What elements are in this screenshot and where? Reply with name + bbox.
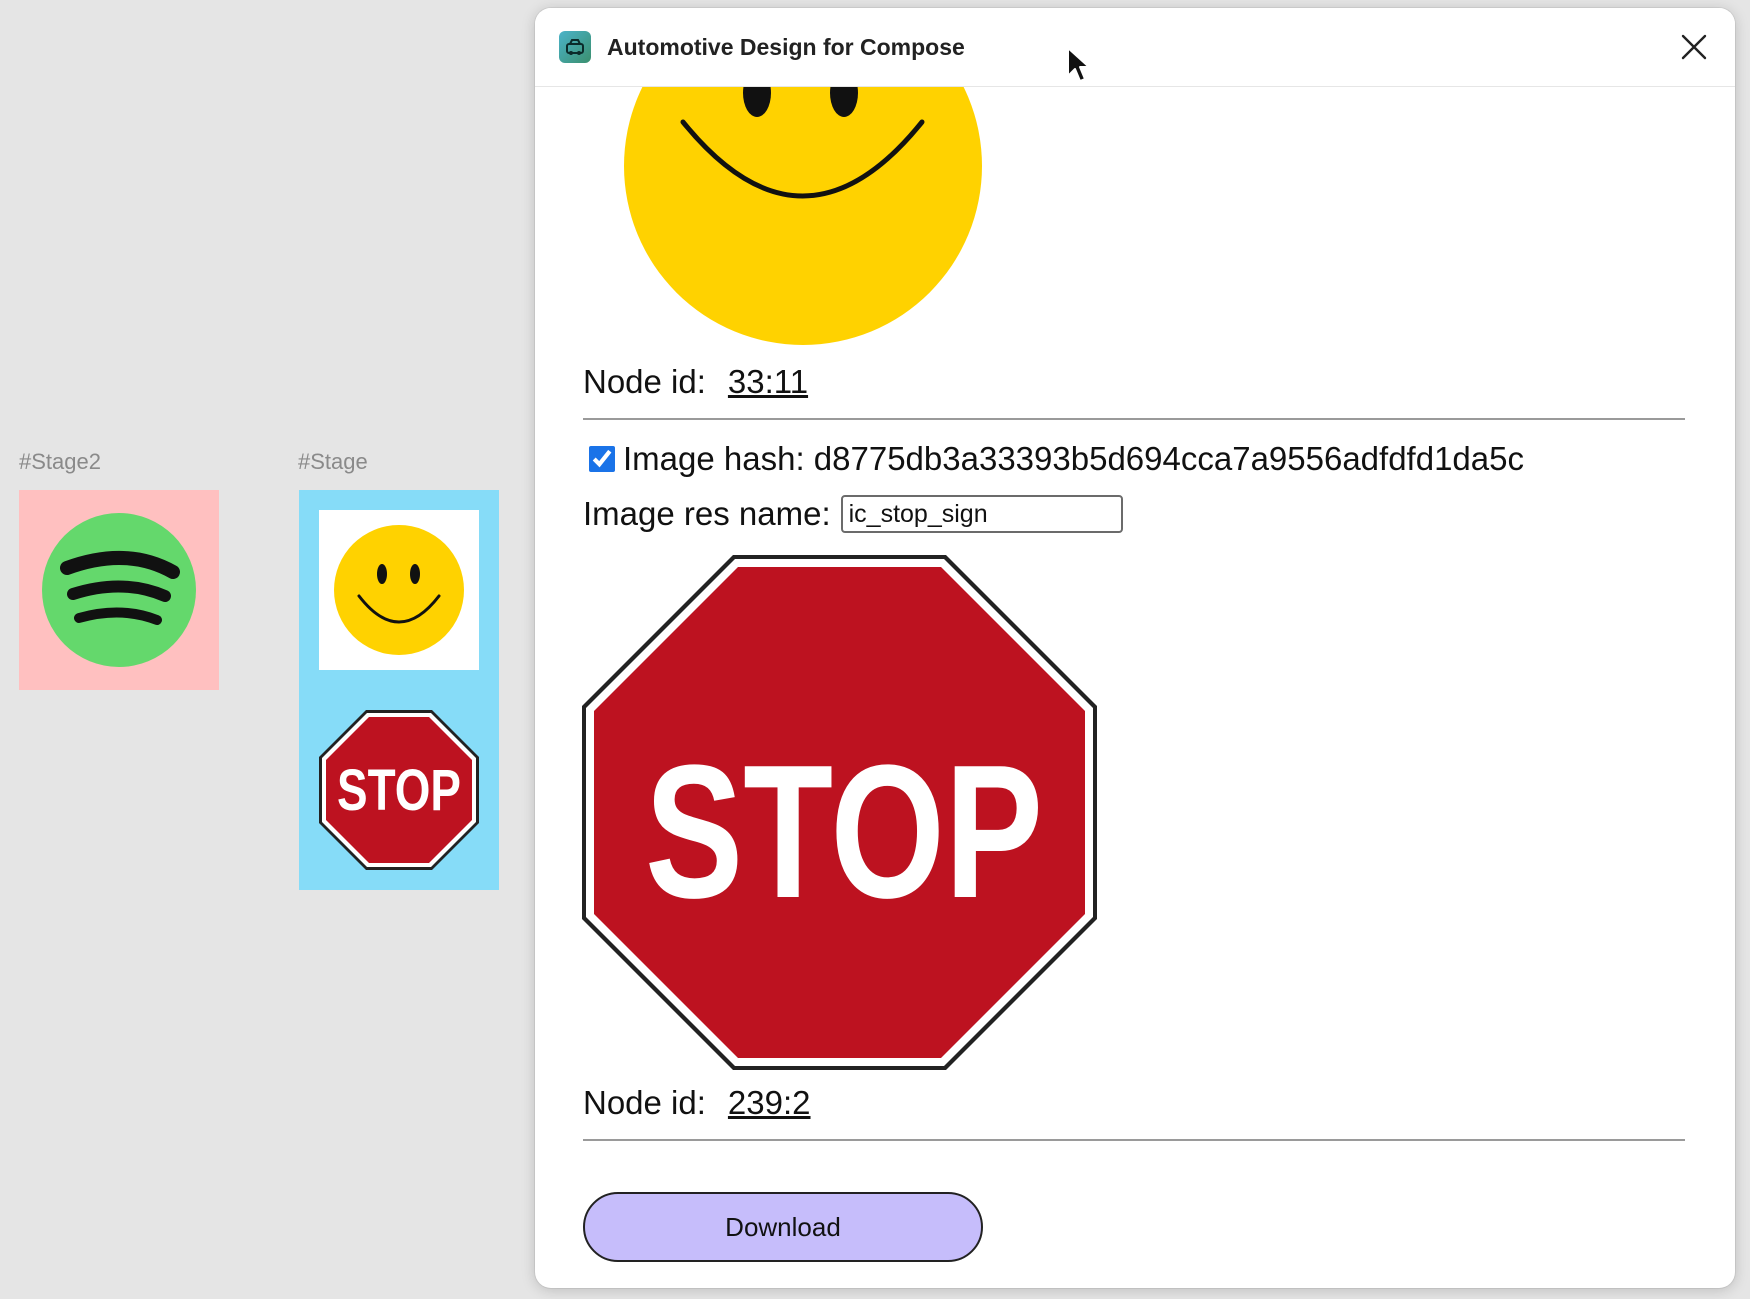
stop-thumbnail-text: STOP [337,758,461,823]
node-id-link[interactable]: 239:2 [728,1084,811,1121]
close-button[interactable] [1677,30,1711,64]
node-id-row-1: Node id: 33:11 [583,363,808,401]
plugin-content[interactable]: Node id: 33:11 Image hash: d8775db3a33393… [535,87,1735,1288]
app-icon [559,31,591,63]
image-res-name-input[interactable] [840,495,1123,533]
smiley-preview-icon [624,87,982,345]
frame-label-stage2[interactable]: #Stage2 [19,449,101,475]
section-divider [583,1139,1685,1141]
plugin-window: Automotive Design for Compose Node id: 33… [535,8,1735,1288]
frame-stage2[interactable] [19,490,219,690]
plugin-title: Automotive Design for Compose [607,33,965,60]
plugin-titlebar[interactable]: Automotive Design for Compose [535,8,1735,87]
stop-sign-icon: STOP [319,710,479,870]
node-id-label: Node id: [583,363,706,400]
mouse-cursor-icon [1067,47,1090,82]
image-hash-label: Image hash: [623,440,805,477]
image-hash-row: Image hash: d8775db3a33393b5d694cca7a955… [589,440,1524,478]
stop-preview-text: STOP [645,726,1043,938]
frame-label-stage[interactable]: #Stage [298,449,368,475]
smiley-thumbnail[interactable] [319,510,479,670]
node-id-link[interactable]: 33:11 [728,363,808,400]
frame-stage[interactable]: STOP [299,490,499,890]
section-divider [583,418,1685,420]
download-button[interactable]: Download [583,1192,983,1262]
close-icon [1681,34,1707,60]
node-id-label: Node id: [583,1084,706,1121]
image-hash-value: d8775db3a33393b5d694cca7a9556adfdfd1da5c [813,440,1524,477]
spotify-logo-icon [42,513,196,667]
stop-preview-icon: STOP [582,555,1097,1070]
node-id-row-2: Node id: 239:2 [583,1084,811,1122]
image-res-label: Image res name: [583,495,831,532]
smiley-face-icon [334,525,464,655]
image-res-row: Image res name: [583,495,1123,533]
car-icon [566,39,584,55]
image-hash-checkbox[interactable] [589,446,615,472]
stop-thumbnail[interactable]: STOP [319,710,479,870]
